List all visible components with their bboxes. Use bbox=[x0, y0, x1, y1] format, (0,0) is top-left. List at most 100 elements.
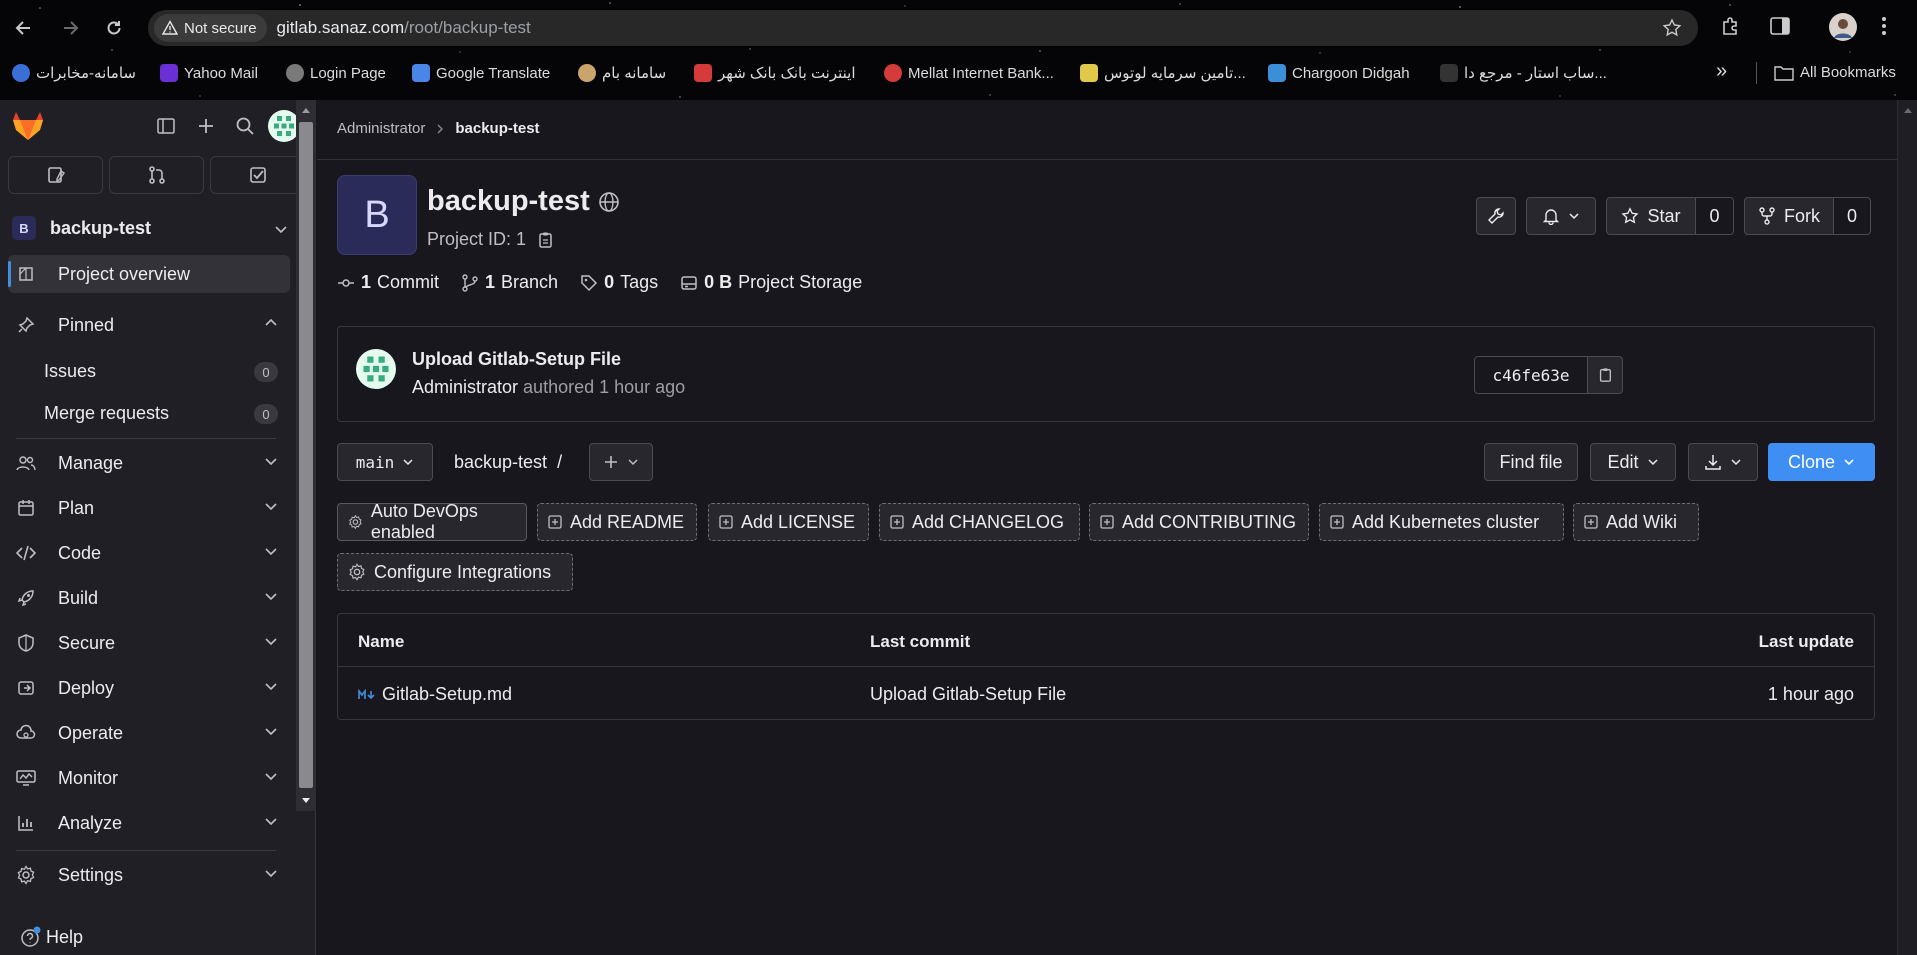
nav-build[interactable]: Build bbox=[8, 579, 290, 617]
copy-sha-button[interactable] bbox=[1587, 356, 1623, 394]
nav-settings[interactable]: Settings bbox=[8, 856, 290, 894]
bookmark-item[interactable]: Google Translate bbox=[412, 64, 550, 82]
notifications-dropdown[interactable] bbox=[1526, 197, 1596, 235]
project-title-text: backup-test bbox=[427, 185, 590, 217]
configure-integrations-button[interactable]: Configure Integrations bbox=[337, 553, 573, 591]
create-new-button[interactable] bbox=[192, 112, 220, 140]
help-button[interactable]: Help bbox=[20, 926, 83, 948]
nav-operate[interactable]: Operate bbox=[8, 714, 290, 752]
side-panel-button[interactable] bbox=[1768, 14, 1792, 38]
page-scrollbar[interactable] bbox=[1897, 100, 1917, 955]
extensions-button[interactable] bbox=[1720, 14, 1744, 38]
nav-deploy[interactable]: Deploy bbox=[8, 669, 290, 707]
issues-quick-button[interactable] bbox=[8, 156, 103, 194]
merge-requests-quick-button[interactable] bbox=[109, 156, 204, 194]
bookmark-item[interactable]: Chargoon Didgah bbox=[1268, 64, 1410, 82]
clone-dropdown[interactable]: Clone bbox=[1768, 443, 1875, 481]
chevron-down-icon bbox=[265, 728, 277, 736]
nav-plan[interactable]: Plan bbox=[8, 489, 290, 527]
add-changelog-button[interactable]: Add CHANGELOG bbox=[879, 503, 1080, 541]
chevron-down-icon bbox=[265, 458, 277, 466]
add-to-tree-dropdown[interactable] bbox=[589, 443, 653, 481]
chevron-down-icon bbox=[628, 459, 638, 466]
bookmark-item[interactable]: سامانه بام bbox=[578, 64, 666, 82]
bookmark-item[interactable]: اینترنت بانک بانک شهر bbox=[694, 64, 856, 82]
collapse-sidebar-button[interactable] bbox=[152, 112, 180, 140]
branch-selector[interactable]: main bbox=[337, 443, 433, 481]
chevron-up-icon bbox=[265, 318, 277, 326]
sidebar-scrollbar-thumb[interactable] bbox=[299, 122, 313, 788]
project-switcher[interactable]: B backup-test bbox=[8, 208, 298, 248]
tags-stat[interactable]: 0 Tags bbox=[580, 272, 658, 293]
commit-author-avatar[interactable] bbox=[356, 349, 396, 389]
star-icon bbox=[1662, 18, 1682, 37]
nav-label: Settings bbox=[58, 864, 124, 885]
bookmark-item[interactable]: ساب استار - مرجع دا... bbox=[1440, 64, 1607, 82]
project-settings-button[interactable] bbox=[1476, 197, 1516, 235]
nav-secure[interactable]: Secure bbox=[8, 624, 290, 662]
file-name-link[interactable]: Gitlab-Setup.md bbox=[382, 684, 512, 705]
add-readme-button[interactable]: Add README bbox=[537, 503, 697, 541]
bookmark-item[interactable]: سامانه-مخابرات bbox=[12, 64, 136, 82]
table-row[interactable]: Gitlab-Setup.md bbox=[358, 684, 512, 705]
reload-button[interactable] bbox=[100, 14, 128, 42]
bookmark-item[interactable]: تامین سرمایه لوتوس... bbox=[1080, 64, 1246, 82]
bookmark-item[interactable]: Yahoo Mail bbox=[160, 64, 258, 82]
copy-clipboard-icon[interactable] bbox=[536, 231, 554, 249]
nav-manage[interactable]: Manage bbox=[8, 444, 290, 482]
forward-button[interactable] bbox=[56, 14, 84, 42]
add-wiki-button[interactable]: Add Wiki bbox=[1573, 503, 1699, 541]
repo-path-link[interactable]: backup-test bbox=[454, 452, 547, 473]
bookmark-star-button[interactable] bbox=[1662, 18, 1682, 38]
code-icon bbox=[16, 543, 36, 563]
plus-icon bbox=[199, 119, 213, 133]
nav-project-overview[interactable]: Project overview bbox=[8, 255, 290, 293]
bookmark-item[interactable]: Mellat Internet Bank... bbox=[884, 64, 1054, 82]
pinned-item-merge-requests[interactable]: Merge requests bbox=[44, 403, 169, 424]
gitlab-logo[interactable] bbox=[12, 110, 44, 142]
fork-button[interactable]: Fork bbox=[1744, 197, 1834, 235]
fork-icon bbox=[1759, 207, 1775, 225]
commit-sha[interactable]: c46fe63e bbox=[1474, 356, 1588, 394]
browser-menu-button[interactable] bbox=[1880, 14, 1888, 38]
button-label: Auto DevOps enabled bbox=[370, 501, 478, 542]
download-dropdown[interactable] bbox=[1688, 443, 1758, 481]
add-kubernetes-cluster-button[interactable]: Add Kubernetes cluster bbox=[1319, 503, 1564, 541]
security-chip[interactable]: Not secure bbox=[154, 14, 267, 42]
nav-pinned[interactable]: Pinned bbox=[8, 306, 290, 344]
search-button[interactable] bbox=[231, 112, 259, 140]
merge-request-icon bbox=[148, 166, 165, 184]
project-stats: 1 Commit 1 Branch 0 Tags 0 B Project Storage bbox=[337, 272, 862, 293]
star-count[interactable]: 0 bbox=[1695, 197, 1734, 235]
find-file-button[interactable]: Find file bbox=[1484, 443, 1578, 481]
star-button[interactable]: Star bbox=[1606, 197, 1696, 235]
back-button[interactable] bbox=[10, 14, 38, 42]
all-bookmarks-button[interactable]: All Bookmarks bbox=[1774, 64, 1896, 81]
sidebar-scrollbar[interactable] bbox=[296, 100, 316, 811]
auto-devops-button[interactable]: Auto DevOps enabled bbox=[337, 501, 527, 542]
storage-stat[interactable]: 0 B Project Storage bbox=[680, 272, 862, 293]
profile-avatar-button[interactable] bbox=[1828, 12, 1858, 42]
edit-dropdown[interactable]: Edit bbox=[1590, 443, 1676, 481]
scroll-up-arrow-icon bbox=[302, 108, 310, 113]
chevron-down-icon bbox=[265, 548, 277, 556]
nav-code[interactable]: Code bbox=[8, 534, 290, 572]
nav-monitor[interactable]: Monitor bbox=[8, 759, 290, 797]
file-last-commit-link[interactable]: Upload Gitlab-Setup File bbox=[870, 684, 1066, 705]
add-license-button[interactable]: Add LICENSE bbox=[708, 503, 869, 541]
branches-stat[interactable]: 1 Branch bbox=[461, 272, 558, 293]
fork-count[interactable]: 0 bbox=[1833, 197, 1871, 235]
commit-title-link[interactable]: Upload Gitlab-Setup File bbox=[412, 349, 621, 370]
nav-analyze[interactable]: Analyze bbox=[8, 804, 290, 842]
breadcrumb-current-link[interactable]: backup-test bbox=[455, 120, 539, 137]
commits-stat[interactable]: 1 Commit bbox=[337, 272, 439, 293]
address-bar[interactable]: Not secure gitlab.sanaz.com/root/backup-… bbox=[148, 10, 1698, 46]
add-contributing-button[interactable]: Add CONTRIBUTING bbox=[1089, 503, 1309, 541]
bookmark-item[interactable]: Login Page bbox=[286, 64, 386, 82]
plus-square-icon bbox=[1330, 515, 1344, 529]
commit-author-link[interactable]: Administrator bbox=[412, 377, 518, 397]
bookmarks-overflow-button[interactable]: » bbox=[1716, 60, 1727, 83]
pinned-item-issues[interactable]: Issues bbox=[44, 361, 96, 382]
breadcrumb-parent-link[interactable]: Administrator bbox=[337, 120, 425, 137]
todo-quick-button[interactable] bbox=[210, 156, 305, 194]
